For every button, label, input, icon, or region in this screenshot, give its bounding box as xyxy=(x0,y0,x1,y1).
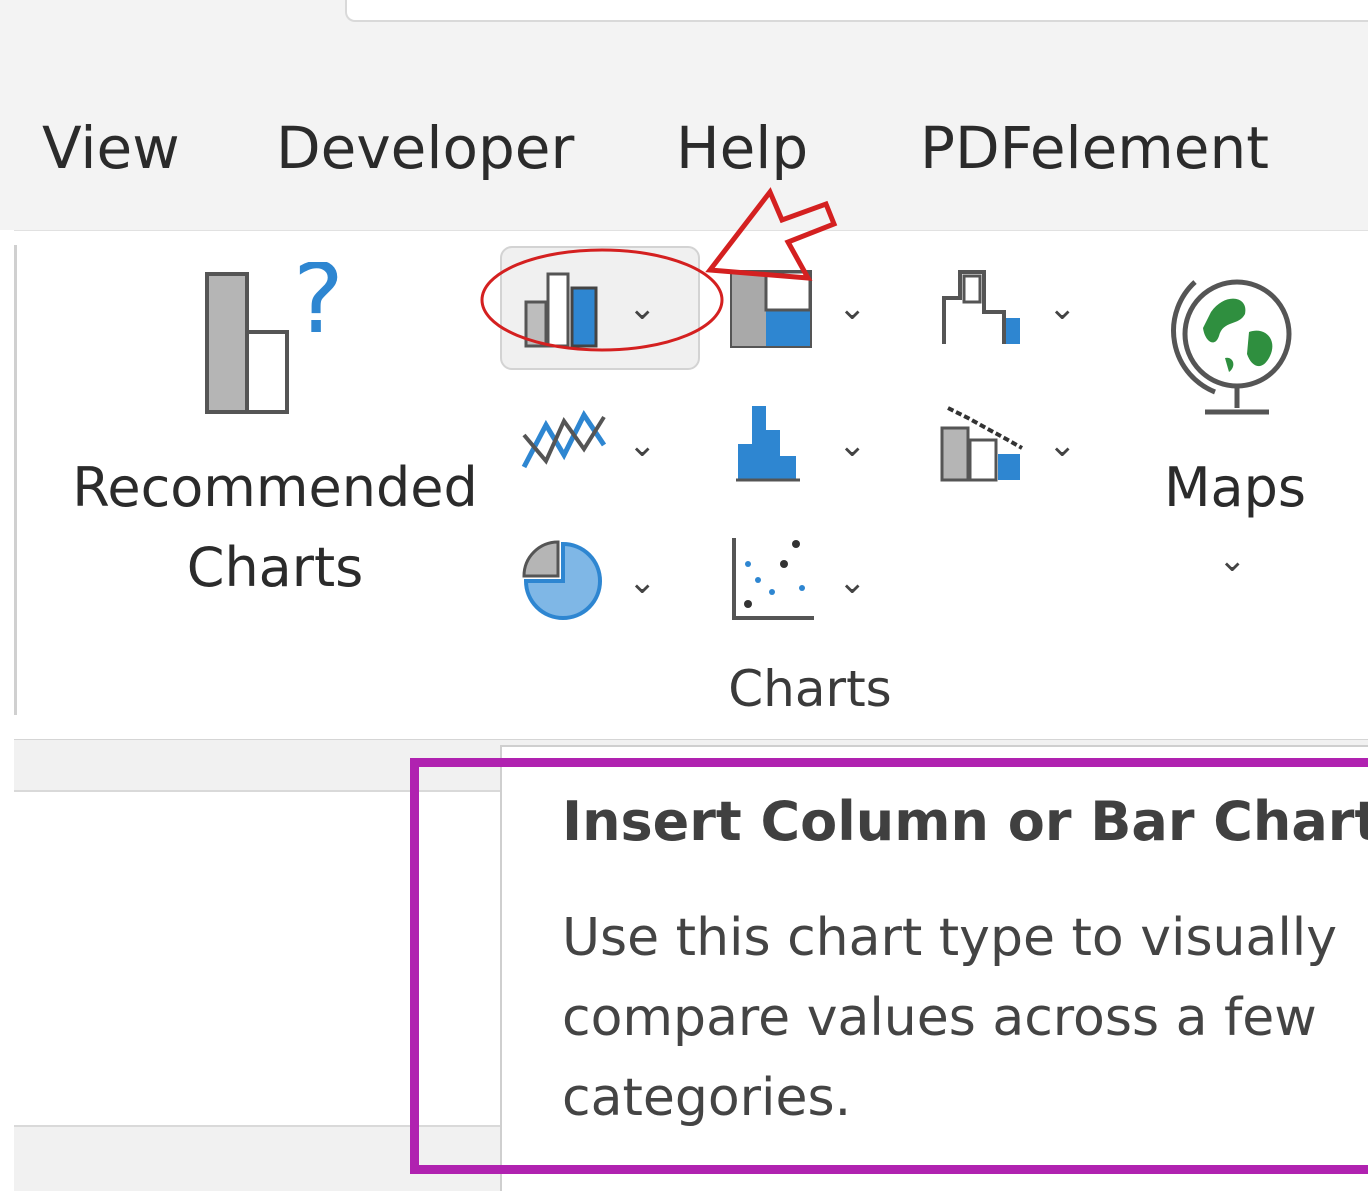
globe-icon xyxy=(1171,279,1292,415)
insert-scatter-chart-button[interactable] xyxy=(728,534,818,628)
pie-chart-icon xyxy=(522,540,602,620)
insert-combo-chart-button[interactable] xyxy=(938,400,1028,488)
charts-group-label: Charts xyxy=(728,660,892,718)
recommended-charts-icon: ? xyxy=(205,243,344,414)
insert-line-chart-button[interactable] xyxy=(520,405,610,479)
tab-developer[interactable]: Developer xyxy=(276,108,574,188)
maps-label: Maps xyxy=(1163,456,1307,519)
maps-chevron-down-icon[interactable]: ⌄ xyxy=(1218,540,1247,580)
chevron-down-icon[interactable]: ⌄ xyxy=(628,562,657,602)
title-bar-edge xyxy=(345,0,1368,22)
scatter-chart-icon xyxy=(732,538,814,620)
recommended-charts-label: Recommended Charts xyxy=(72,456,478,599)
annotation-highlight-box xyxy=(410,758,1368,1174)
statistic-chart-icon xyxy=(736,406,800,482)
ribbon-group-divider xyxy=(14,245,17,715)
annotation-red-ellipse-arrow xyxy=(480,187,838,352)
tab-pdfelement[interactable]: PDFelement xyxy=(920,108,1269,188)
chevron-down-icon[interactable]: ⌄ xyxy=(838,425,867,465)
svg-text:?: ? xyxy=(293,262,344,355)
insert-pie-chart-button[interactable] xyxy=(520,538,606,628)
recommended-charts-button[interactable]: ? xyxy=(195,243,365,422)
maps-button[interactable] xyxy=(1165,262,1305,426)
insert-waterfall-chart-button[interactable] xyxy=(938,262,1024,354)
chevron-down-icon[interactable]: ⌄ xyxy=(628,425,657,465)
line-chart-icon xyxy=(521,410,607,469)
tab-view[interactable]: View xyxy=(42,108,180,188)
insert-statistic-chart-button[interactable] xyxy=(734,400,804,488)
combo-chart-icon xyxy=(940,406,1023,482)
waterfall-chart-icon xyxy=(942,270,1020,344)
chevron-down-icon[interactable]: ⌄ xyxy=(1048,288,1077,328)
chevron-down-icon[interactable]: ⌄ xyxy=(1048,425,1077,465)
chevron-down-icon[interactable]: ⌄ xyxy=(838,562,867,602)
tab-help[interactable]: Help xyxy=(676,108,808,188)
